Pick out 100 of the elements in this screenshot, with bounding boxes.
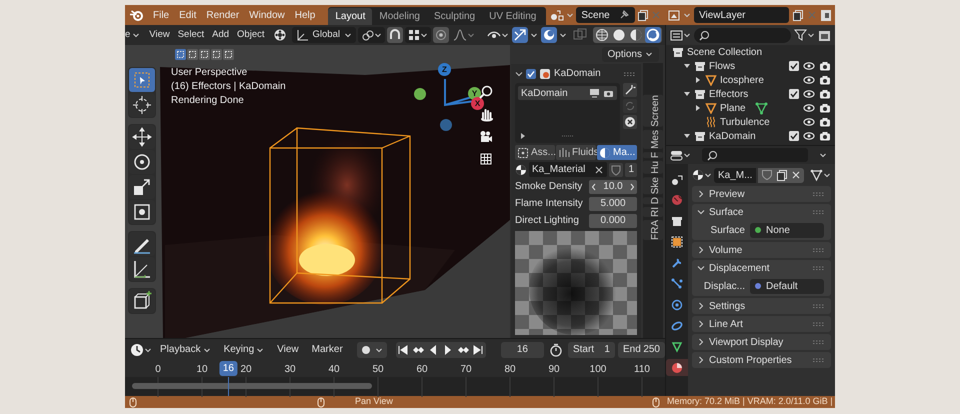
chevron-right-icon[interactable] xyxy=(697,338,705,346)
sidebar-vertical-tab[interactable]: RI xyxy=(643,206,663,217)
eye-icon[interactable] xyxy=(803,103,815,113)
hand-icon[interactable] xyxy=(479,107,493,122)
auto-keying-toggle[interactable] xyxy=(356,342,387,358)
shading-mode-button[interactable] xyxy=(594,27,610,43)
timeline-scrollbar[interactable] xyxy=(132,383,372,389)
jump-end-icon[interactable] xyxy=(472,344,484,356)
caret-icon[interactable] xyxy=(374,31,382,39)
tool-button[interactable] xyxy=(129,125,155,149)
material-name-field[interactable]: Ka_M... xyxy=(714,168,756,182)
options-dropdown[interactable]: Options xyxy=(602,46,659,62)
grip-icon[interactable] xyxy=(812,265,826,271)
workspace-tab[interactable]: Layout xyxy=(328,8,372,25)
grid-icon[interactable] xyxy=(479,152,493,166)
caret-icon[interactable] xyxy=(823,171,831,179)
chevron-down-icon[interactable] xyxy=(515,70,523,78)
playhead-frame[interactable]: 16 xyxy=(220,361,237,376)
panel-header[interactable]: Volume xyxy=(692,242,831,258)
camera-icon[interactable] xyxy=(819,61,831,71)
camera-icon[interactable] xyxy=(819,75,831,85)
chevron-right-icon[interactable] xyxy=(697,320,705,328)
outliner-item[interactable]: Turbulence xyxy=(720,114,770,130)
document-icon[interactable] xyxy=(820,8,832,22)
caret-icon[interactable] xyxy=(683,151,691,159)
panel-header[interactable]: Viewport Display xyxy=(692,334,831,350)
copy-icon[interactable] xyxy=(792,9,804,21)
workspace-tab[interactable]: Sculpting xyxy=(426,8,482,25)
properties-tab[interactable] xyxy=(666,359,688,376)
search-field[interactable] xyxy=(694,28,791,42)
shader-dropdown[interactable]: None xyxy=(750,222,824,238)
grip-icon[interactable] xyxy=(812,321,826,327)
menu-dropdown[interactable]: View xyxy=(272,342,304,357)
caret-icon[interactable] xyxy=(344,31,352,39)
new-collection-icon[interactable] xyxy=(818,28,831,42)
scene-icon[interactable] xyxy=(550,8,564,22)
camera-icon[interactable] xyxy=(819,131,831,141)
caret-icon[interactable] xyxy=(530,31,538,39)
end-frame-field[interactable]: End 250 xyxy=(618,342,665,358)
search-field[interactable] xyxy=(702,148,808,162)
sidebar-vertical-tab[interactable]: D xyxy=(643,196,663,204)
checkbox[interactable] xyxy=(789,61,799,71)
proportional-edit-icon[interactable] xyxy=(432,27,449,43)
selection-mode-icon[interactable] xyxy=(223,48,234,60)
editor-type-dropdown[interactable] xyxy=(670,28,691,42)
close-icon[interactable] xyxy=(594,164,604,174)
caret-icon[interactable] xyxy=(144,346,152,354)
number-field[interactable]: 10.0 xyxy=(589,180,637,194)
panel-header[interactable]: Displacement xyxy=(692,260,831,276)
caret-icon[interactable] xyxy=(683,31,691,39)
pivot-dropdown[interactable] xyxy=(358,27,385,43)
sidebar-vertical-tab[interactable]: Hu xyxy=(643,160,663,174)
eye-icon[interactable] xyxy=(803,61,815,71)
remove-icon[interactable] xyxy=(623,115,637,129)
panel-header[interactable]: Preview xyxy=(692,186,831,202)
menu-dropdown[interactable]: Marker xyxy=(306,342,348,357)
caret-icon[interactable] xyxy=(256,346,264,354)
jump-start-icon[interactable] xyxy=(397,344,410,356)
shader-dropdown[interactable]: Default xyxy=(750,278,824,294)
caret-icon[interactable] xyxy=(819,151,827,159)
grip-icon[interactable] xyxy=(812,303,826,309)
shading-mode-button[interactable] xyxy=(628,27,644,43)
zoom-icon[interactable] xyxy=(479,85,493,99)
grip-icon[interactable] xyxy=(812,209,826,215)
menu-item[interactable]: View xyxy=(146,28,173,42)
menu-dropdown[interactable]: Keying xyxy=(218,342,270,357)
eye-icon[interactable] xyxy=(803,131,815,141)
scene-field[interactable]: Scene xyxy=(576,7,635,23)
selection-mode-icon[interactable] xyxy=(199,48,210,60)
material-name-field[interactable]: Ka_Material xyxy=(529,162,608,177)
menu-item[interactable]: Select xyxy=(174,28,208,42)
caret-icon[interactable] xyxy=(645,50,653,58)
menu-dropdown[interactable]: Playback xyxy=(155,342,216,357)
sidebar-tab[interactable]: Ass... xyxy=(515,145,555,160)
expanded-arrow-icon[interactable] xyxy=(683,132,691,140)
overlay-toggle[interactable] xyxy=(541,27,567,43)
grip-icon[interactable] xyxy=(812,247,826,253)
view-layer-field[interactable]: ViewLayer xyxy=(694,7,789,23)
xray-icon[interactable] xyxy=(573,28,587,42)
chevron-right-icon[interactable] xyxy=(697,356,705,364)
caret-icon[interactable] xyxy=(202,346,211,354)
checkbox[interactable] xyxy=(526,68,536,78)
checkbox[interactable] xyxy=(789,89,799,99)
viewport-settings-icon[interactable] xyxy=(272,28,286,42)
caret-icon[interactable] xyxy=(704,171,712,179)
chevron-right-icon[interactable] xyxy=(697,302,705,310)
sidebar-vertical-tab[interactable]: Mes xyxy=(643,130,663,149)
selection-mode-icon[interactable] xyxy=(187,48,198,60)
camera-icon[interactable] xyxy=(479,130,493,144)
number-field[interactable]: 5.000 xyxy=(589,196,637,210)
eye-icon[interactable] xyxy=(803,75,815,85)
eye-icon[interactable] xyxy=(803,117,815,127)
selection-mode-icon[interactable] xyxy=(175,48,186,60)
menu-item[interactable]: Object xyxy=(234,28,268,42)
monitor-icon[interactable] xyxy=(589,88,600,98)
panel-header[interactable]: Settings xyxy=(692,298,831,314)
grip-icon[interactable] xyxy=(812,339,826,345)
menu-item[interactable]: Help xyxy=(290,8,320,22)
selection-mode-icon[interactable] xyxy=(211,48,222,60)
slot-link-dropdown[interactable] xyxy=(810,168,831,182)
